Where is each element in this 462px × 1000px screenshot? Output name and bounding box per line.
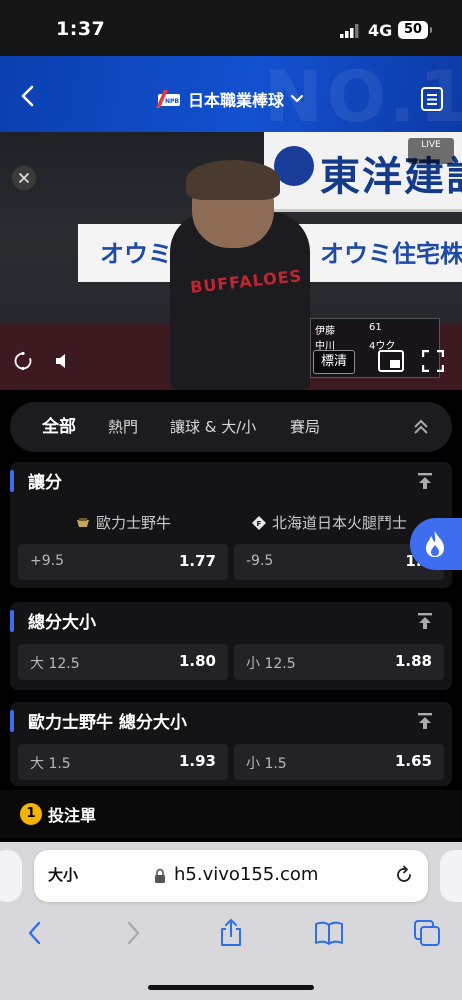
- bookmarks-icon[interactable]: [314, 918, 344, 948]
- live-badge: LIVE: [408, 138, 454, 164]
- away-team: F 北海道日本火腿鬥士: [252, 512, 407, 533]
- bet-slip-label: 投注單: [48, 806, 97, 825]
- live-badge-text: LIVE: [421, 140, 441, 150]
- pin-to-top-icon[interactable]: [416, 472, 434, 490]
- scoreboard-inning: 61: [369, 322, 382, 333]
- market-total: 總分大小 大 12.5 1.80 小 12.5 1.88: [10, 602, 452, 690]
- league-selector[interactable]: NPB 日本職業棒球: [154, 86, 304, 112]
- pin-to-top-icon[interactable]: [416, 612, 434, 630]
- odds-value: 1.93: [178, 752, 216, 770]
- header-title: 日本職業棒球: [188, 91, 285, 110]
- odds-value: 1.65: [394, 752, 432, 770]
- tabs-icon[interactable]: [412, 918, 442, 948]
- flame-icon: [426, 531, 444, 557]
- app-header: NO.1 NPB 日本職業棒球: [0, 56, 462, 132]
- lock-icon: [155, 868, 165, 883]
- player-hair: [186, 160, 280, 200]
- odds-label: 小 1.5: [246, 756, 287, 772]
- back-button[interactable]: [14, 82, 42, 110]
- market-tabs: 全部 熱門 讓球 & 大/小 賽局: [10, 402, 452, 452]
- svg-text:F: F: [257, 520, 262, 528]
- hot-games-button[interactable]: [410, 518, 462, 570]
- npb-logo-icon: NPB: [156, 90, 180, 108]
- home-indicator: [148, 985, 314, 990]
- odds-label: 大 12.5: [30, 656, 80, 672]
- bet-slip-bar[interactable]: 1 投注單: [0, 790, 462, 838]
- fullscreen-icon[interactable]: [422, 350, 444, 372]
- odds-label: +9.5: [30, 553, 64, 569]
- refresh-icon[interactable]: [12, 350, 34, 372]
- away-team-name: 北海道日本火腿鬥士: [272, 514, 408, 532]
- status-bar: 1:37 4G 50: [0, 0, 462, 56]
- odds-cell[interactable]: 小 1.5 1.65: [234, 744, 444, 780]
- odds-label: -9.5: [246, 553, 274, 569]
- browser-forward-icon[interactable]: [118, 918, 148, 948]
- sponsor-logo-icon: [274, 146, 314, 186]
- tab-popular[interactable]: 熱門: [108, 402, 138, 452]
- network-label: 4G: [368, 21, 393, 40]
- market-title: 總分大小: [28, 613, 96, 633]
- market-accent: [10, 470, 14, 492]
- tab-game[interactable]: 賽局: [290, 402, 320, 452]
- chevron-down-icon: [290, 94, 304, 103]
- market-team-total: 歐力士野牛 總分大小 大 1.5 1.93 小 1.5 1.65: [10, 702, 452, 786]
- odds-label: 大 1.5: [30, 756, 71, 772]
- odds-cell[interactable]: 大 12.5 1.80: [18, 644, 228, 680]
- odds-value: 1.77: [178, 552, 216, 570]
- live-video-player[interactable]: 東洋建設 オウミ住 オウミ住宅株 BUFFALOES LIVE 伊藤 中川 61…: [0, 132, 462, 390]
- banner-mid-text-2: オウミ住宅株: [320, 240, 462, 268]
- odds-label: 小 12.5: [246, 656, 296, 672]
- address-bar[interactable]: 大小 h5.vivo155.com: [34, 850, 428, 902]
- team-row: 歐力士野牛 F 北海道日本火腿鬥士: [10, 512, 452, 536]
- odds-cell[interactable]: 大 1.5 1.93: [18, 744, 228, 780]
- odds-cell[interactable]: +9.5 1.77: [18, 544, 228, 580]
- previous-tab-preview[interactable]: [0, 850, 22, 902]
- text-size-button[interactable]: 大小: [48, 864, 78, 885]
- tab-all[interactable]: 全部: [42, 402, 76, 452]
- browser-toolbar: 大小 h5.vivo155.com: [0, 842, 462, 1000]
- status-time: 1:37: [56, 18, 106, 40]
- scoreboard-row-1: 伊藤: [315, 326, 335, 337]
- market-handicap: 讓分 歐力士野牛 F 北海道日本火腿鬥士 +9.5 1.77 -9.5 1.9: [10, 462, 452, 588]
- picture-in-picture-icon[interactable]: [378, 350, 404, 372]
- odds-value: 1.88: [394, 652, 432, 670]
- tab-handicap-total[interactable]: 讓球 & 大/小: [170, 402, 256, 452]
- fighters-logo-icon: F: [252, 516, 266, 530]
- market-title: 讓分: [28, 473, 62, 493]
- chevron-double-up-icon[interactable]: [412, 418, 430, 436]
- odds-cell[interactable]: 小 12.5 1.88: [234, 644, 444, 680]
- quality-button[interactable]: 標清: [313, 350, 355, 374]
- buffaloes-logo-icon: [77, 518, 89, 527]
- home-team-name: 歐力士野牛: [96, 514, 172, 532]
- reload-icon[interactable]: [394, 865, 414, 885]
- bet-record-icon[interactable]: [420, 86, 444, 112]
- battery-icon: 50: [398, 21, 432, 39]
- url-text: h5.vivo155.com: [174, 864, 319, 885]
- volume-icon[interactable]: [54, 352, 72, 370]
- signal-icon: [340, 24, 359, 38]
- market-accent: [10, 610, 14, 632]
- browser-nav-row: [0, 918, 462, 954]
- bet-slip-count-badge: 1: [20, 803, 42, 825]
- home-team: 歐力士野牛: [76, 512, 171, 533]
- browser-back-icon[interactable]: [20, 918, 50, 948]
- svg-text:NPB: NPB: [165, 98, 179, 105]
- next-tab-preview[interactable]: [440, 850, 462, 902]
- pin-to-top-icon[interactable]: [416, 712, 434, 730]
- odds-value: 1.80: [178, 652, 216, 670]
- close-icon[interactable]: [12, 166, 36, 190]
- market-accent: [10, 710, 14, 732]
- market-title: 歐力士野牛 總分大小: [28, 713, 187, 733]
- share-icon[interactable]: [216, 918, 246, 948]
